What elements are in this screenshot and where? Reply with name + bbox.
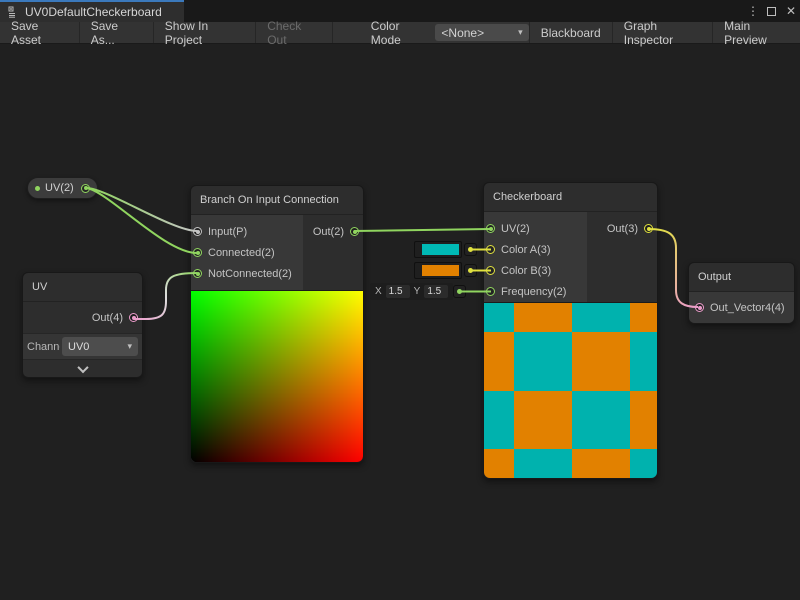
dropdown-arrow-icon: ▾ xyxy=(518,27,523,38)
uv-gradient-preview xyxy=(191,290,363,462)
check-out-button[interactable]: Check Out xyxy=(256,22,333,43)
node-title: Checkerboard xyxy=(493,191,562,203)
frequency-x-input[interactable] xyxy=(386,285,410,298)
output-node[interactable]: Output Out_Vector4(4) xyxy=(688,262,795,324)
shadergraph-icon xyxy=(8,6,20,18)
edge-uvnode-to-notconnected[interactable] xyxy=(134,273,197,319)
property-type-dot xyxy=(35,186,40,191)
blackboard-toggle-button[interactable]: Blackboard xyxy=(529,22,612,43)
port-label: Frequency(2) xyxy=(501,286,566,298)
color-b-swatch-field[interactable] xyxy=(414,262,462,279)
uv-node[interactable]: UV Out(4) Channe UV0 ▾ xyxy=(22,272,143,378)
port-label: Connected(2) xyxy=(208,247,275,259)
channel-label: Channe xyxy=(27,341,60,353)
shader-graph-toolbar: Save Asset Save As... Show In Project Ch… xyxy=(0,22,800,44)
node-title: UV xyxy=(32,281,47,293)
main-preview-toggle-button[interactable]: Main Preview xyxy=(712,22,800,43)
node-title: Branch On Input Connection xyxy=(200,194,339,206)
port-label: UV(2) xyxy=(501,223,530,235)
port-label: NotConnected(2) xyxy=(208,268,292,280)
show-in-project-button[interactable]: Show In Project xyxy=(154,22,256,43)
frequency-y-input[interactable] xyxy=(424,285,448,298)
frequency-field-group: X Y xyxy=(370,283,453,300)
y-label: Y xyxy=(414,286,421,297)
port-label: Color A(3) xyxy=(501,244,551,256)
graph-inspector-toggle-button[interactable]: Graph Inspector xyxy=(612,22,712,43)
uv-out-port[interactable] xyxy=(129,313,138,322)
port-label: Out(2) xyxy=(313,226,344,238)
maximize-icon[interactable] xyxy=(767,7,776,16)
window-menu-icon[interactable]: ⋮ xyxy=(747,4,757,18)
edge-branch-to-checkerboard[interactable] xyxy=(354,229,490,231)
port-label: Input(P) xyxy=(208,226,247,238)
port-label: Out(3) xyxy=(607,223,638,235)
color-b-swatch[interactable] xyxy=(422,265,459,276)
color-mode-label: Color Mode xyxy=(365,22,436,43)
node-header: Output xyxy=(689,263,794,292)
dropdown-arrow-icon: ▾ xyxy=(127,341,132,352)
port-label: Color B(3) xyxy=(501,265,551,277)
tab-title: UV0DefaultCheckerboard xyxy=(25,5,162,19)
save-asset-button[interactable]: Save Asset xyxy=(0,22,80,43)
channel-dropdown[interactable]: UV0 ▾ xyxy=(62,337,138,356)
x-label: X xyxy=(375,286,382,297)
edge-uv-to-connected[interactable] xyxy=(87,188,197,253)
checkerboard-node[interactable]: Checkerboard UV(2) Color A(3) Color B(3)… xyxy=(483,182,658,479)
close-icon[interactable]: ✕ xyxy=(786,4,796,18)
chevron-down-icon xyxy=(77,361,88,372)
node-header: Checkerboard xyxy=(484,183,657,212)
collapse-preview-button[interactable] xyxy=(23,360,142,377)
node-header: UV xyxy=(23,273,142,302)
property-label: UV(2) xyxy=(45,182,74,194)
branch-on-input-connection-node[interactable]: Branch On Input Connection Input(P) Conn… xyxy=(190,185,364,463)
node-title: Output xyxy=(698,271,731,283)
color-a-swatch-field[interactable] xyxy=(414,241,462,258)
checkerboard-preview xyxy=(484,302,657,478)
color-mode-dropdown[interactable]: <None> ▾ xyxy=(435,24,528,41)
color-a-swatch[interactable] xyxy=(422,244,459,255)
node-header: Branch On Input Connection xyxy=(191,186,363,215)
save-as-button[interactable]: Save As... xyxy=(80,22,154,43)
port-label: Out_Vector4(4) xyxy=(710,302,785,314)
port-label: Out(4) xyxy=(92,312,123,324)
